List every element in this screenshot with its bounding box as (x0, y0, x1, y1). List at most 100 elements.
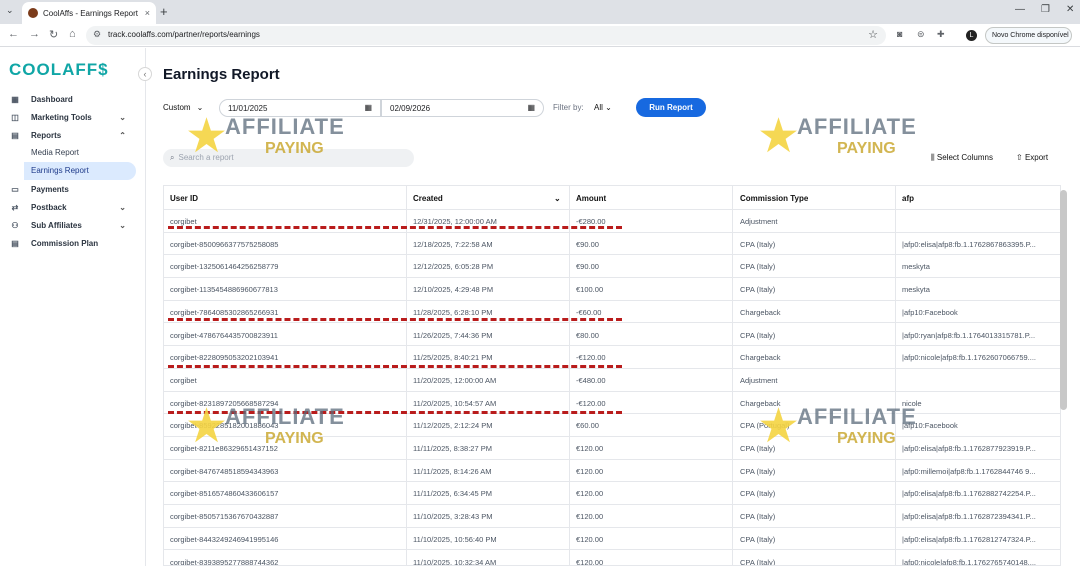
extensions-puzzle-icon[interactable]: ✚ (937, 29, 945, 40)
sidebar-item-postback[interactable]: ⇄ Postback ⌄ (0, 198, 146, 216)
sort-chevron-icon[interactable]: ⌄ (554, 194, 561, 203)
header-amount[interactable]: Amount (576, 194, 606, 203)
sidebar-subitem-earnings-report[interactable]: Earnings Report (24, 162, 136, 180)
calendar-icon[interactable]: ▦ (527, 103, 535, 112)
home-icon[interactable]: ⌂ (69, 28, 76, 40)
bookmark-star-icon[interactable]: ☆ (868, 28, 878, 41)
watermark-line2: PAYING (265, 140, 324, 157)
watermark-line2: PAYING (265, 430, 324, 447)
browser-tab[interactable]: CoolAffs - Earnings Report × (22, 2, 156, 24)
cell-commission-type: CPA (Italy) (740, 489, 776, 499)
cell-afp: |afp0:elisa|afp8:fb.1.1762872394341.P... (902, 512, 1036, 522)
cell-commission-type: CPA (Italy) (740, 285, 776, 295)
cell-commission-type: Chargeback (740, 307, 781, 317)
cell-afp: |afp0:elisa|afp8:fb.1.1762867863395.P... (902, 239, 1036, 249)
date-to-input[interactable]: 02/09/2026 ▦ (381, 99, 544, 117)
cell-created: 12/31/2025, 12:00:00 AM (413, 217, 497, 226)
watermark-star-icon: ★ (757, 110, 801, 163)
chevron-down-icon: ⌄ (119, 220, 126, 230)
cell-amount: €120.00 (576, 534, 604, 544)
sidebar-item-label: Sub Affiliates (31, 220, 82, 230)
tab-close-icon[interactable]: × (145, 8, 150, 18)
profile-avatar[interactable]: L (966, 30, 977, 41)
cell-afp: |afp0:elisa|afp8:fb.1.1762882742254.P... (902, 489, 1036, 499)
cell-created: 12/12/2025, 6:05:28 PM (413, 262, 494, 272)
table-row[interactable]: corgibet 12/31/2025, 12:00:00 AM -€280.00 A… (164, 210, 1060, 233)
tab-title: CoolAffs - Earnings Report (43, 8, 139, 18)
cell-user-id: corgibet-8516574860433606157 (170, 489, 279, 499)
header-user-id[interactable]: User ID (170, 194, 198, 203)
watermark: ★ AFFILIATE PAYING (185, 108, 385, 178)
watermark-line1: AFFILIATE (225, 404, 345, 429)
sidebar-item-reports[interactable]: ▤ Reports ⌃ (0, 126, 146, 144)
table-scrollbar[interactable] (1060, 190, 1067, 410)
cell-user-id: corgibet-8443249246941995146 (170, 534, 279, 544)
forward-icon[interactable]: → (29, 28, 40, 40)
site-info-icon[interactable]: ⚙ (93, 29, 101, 40)
sidebar-item-marketing-tools[interactable]: ◫ Marketing Tools ⌄ (0, 108, 146, 126)
maximize-icon[interactable]: ❐ (1041, 4, 1050, 15)
filter-select[interactable]: All ⌄ (594, 103, 612, 112)
close-window-icon[interactable]: ✕ (1066, 4, 1074, 15)
table-row[interactable]: corgibet-8516574860433606157 11/11/2025, … (164, 482, 1060, 506)
cell-amount: €120.00 (576, 444, 604, 453)
postback-icon: ⇄ (11, 202, 19, 212)
run-report-button[interactable]: Run Report (636, 98, 706, 117)
filter-label: Filter by: (553, 103, 584, 112)
header-afp[interactable]: afp (902, 194, 914, 203)
export-button[interactable]: ⇧ Export (1016, 153, 1048, 162)
cell-commission-type: CPA (Italy) (740, 512, 776, 522)
cell-afp: meskyta (902, 285, 930, 295)
cell-amount: -€480.00 (576, 375, 606, 385)
cell-created: 11/11/2025, 6:34:45 PM (413, 489, 492, 499)
cell-afp: meskyta (902, 262, 930, 272)
address-bar[interactable]: ⚙ track.coolaffs.com/partner/reports/ear… (86, 26, 886, 45)
watermark: ★ AFFILIATE PAYING (757, 398, 957, 468)
table-row[interactable]: corgibet-8393895277888744362 11/10/2025, … (164, 551, 1060, 566)
reload-icon[interactable]: ↻ (49, 28, 58, 41)
watermark-line2: PAYING (837, 140, 896, 157)
sidebar-item-label: Postback (31, 202, 67, 212)
cell-commission-type: Adjustment (740, 217, 778, 226)
page-title: Earnings Report (163, 66, 280, 83)
cell-amount: €60.00 (576, 421, 599, 431)
watermark-line1: AFFILIATE (797, 404, 917, 429)
sidebar-subitem-media-report[interactable]: Media Report (0, 144, 146, 162)
cell-afp: |afp0:nicole|afp8:fb.1.1762765740148.... (902, 557, 1037, 566)
cell-commission-type: CPA (Italy) (740, 557, 776, 566)
dashboard-icon: ▦ (11, 94, 19, 104)
cell-user-id: corgibet-1135454886960677813 (170, 285, 278, 295)
chrome-update-button[interactable]: Novo Chrome disponível (985, 27, 1072, 44)
table-row[interactable]: corgibet-4786764435700823911 11/26/2025, … (164, 324, 1060, 347)
camera-icon[interactable]: ◙ (897, 29, 902, 39)
sidebar-item-commission-plan[interactable]: ▤ Commission Plan (0, 234, 146, 252)
cell-user-id: corgibet (170, 375, 197, 385)
table-row[interactable]: corgibet-8443249246941995146 11/10/2025, … (164, 528, 1060, 551)
minimize-icon[interactable]: — (1015, 4, 1025, 15)
extension-shield-icon[interactable]: ⊜ (917, 29, 925, 40)
cell-amount: €120.00 (576, 557, 604, 566)
sidebar-item-sub-affiliates[interactable]: ⚇ Sub Affiliates ⌄ (0, 216, 146, 234)
sidebar: COOLAFF$ ‹ ▦ Dashboard ◫ Marketing Tools… (0, 48, 152, 566)
header-commission-type[interactable]: Commission Type (740, 194, 808, 203)
brand-logo[interactable]: COOLAFF$ (9, 60, 109, 80)
table-row[interactable]: corgibet-8500966377575258085 12/18/2025, … (164, 233, 1060, 256)
table-row[interactable]: corgibet-1135454886960677813 12/10/2025, … (164, 278, 1060, 301)
tab-search-icon[interactable]: ⌄ (6, 5, 14, 16)
table-row[interactable]: corgibet-1325061464256258779 12/12/2025, … (164, 255, 1060, 279)
chevron-up-icon: ⌃ (119, 130, 126, 140)
sidebar-item-dashboard[interactable]: ▦ Dashboard (0, 90, 146, 108)
chevron-down-icon: ⌄ (119, 112, 126, 122)
header-created[interactable]: Created (413, 194, 443, 203)
sidebar-item-payments[interactable]: ▭ Payments (0, 180, 146, 198)
cell-commission-type: CPA (Italy) (740, 262, 776, 272)
cell-amount: €90.00 (576, 239, 599, 249)
new-tab-icon[interactable]: + (160, 4, 168, 19)
table-row[interactable]: corgibet-8505715367670432887 11/10/2025, … (164, 505, 1060, 528)
cell-amount: €120.00 (576, 466, 604, 476)
cell-created: 12/18/2025, 7:22:58 AM (413, 239, 493, 249)
back-icon[interactable]: ← (8, 28, 19, 40)
table-row[interactable]: corgibet 11/20/2025, 12:00:00 AM -€480.00 A… (164, 369, 1060, 392)
cell-created: 11/12/2025, 2:12:24 PM (413, 421, 493, 431)
cell-user-id: corgibet-8500966377575258085 (170, 239, 279, 249)
